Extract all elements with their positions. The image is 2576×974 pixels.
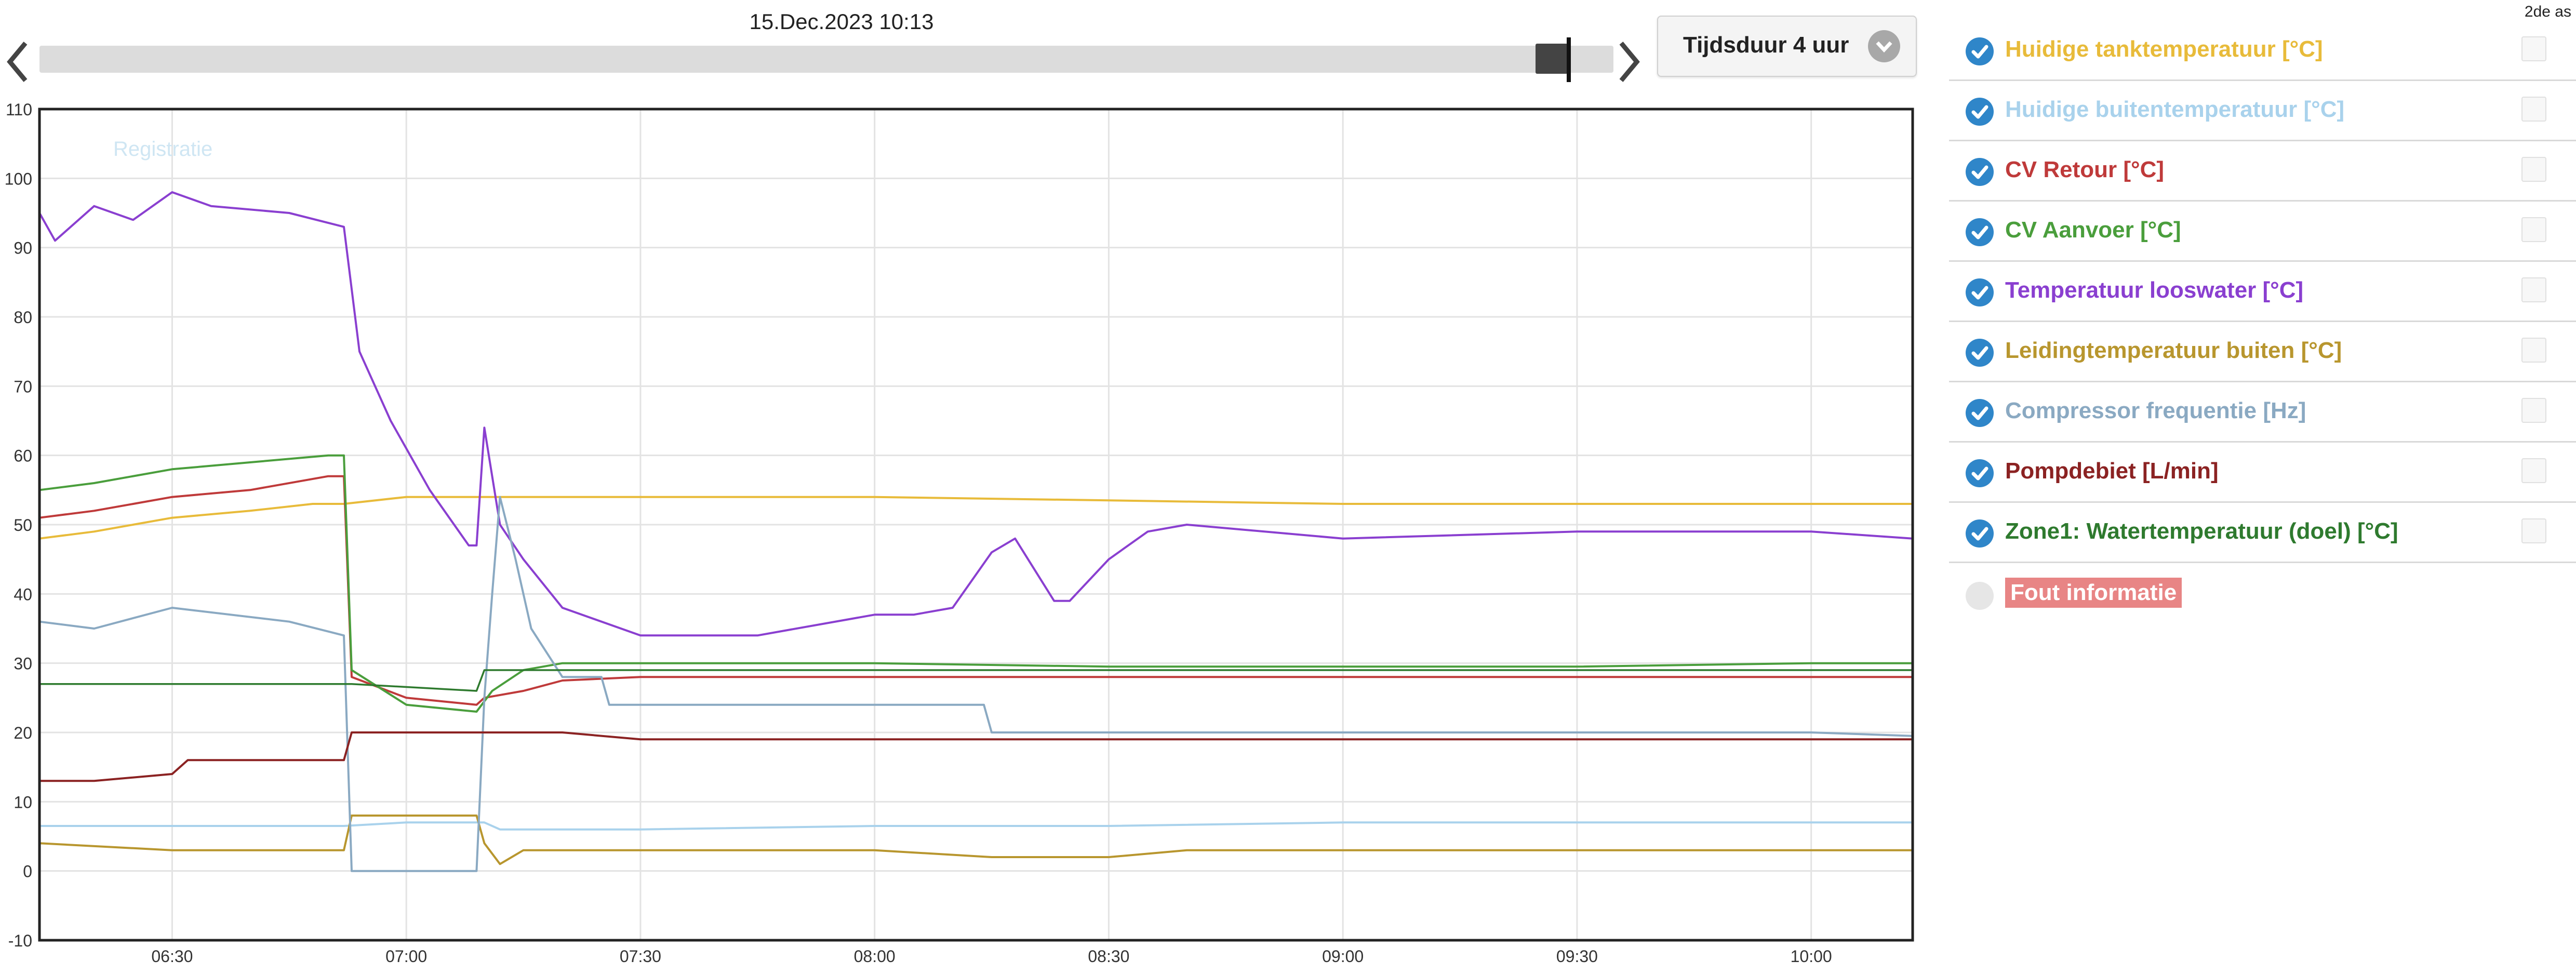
checkmark-icon[interactable] xyxy=(1966,278,1994,306)
x-tick-label: 10:00 xyxy=(1791,947,1832,966)
y-tick-label: -10 xyxy=(8,931,32,950)
y-tick-label: 110 xyxy=(6,100,32,119)
second-axis-checkbox[interactable] xyxy=(2521,157,2546,182)
legend-item[interactable]: Huidige tanktemperatuur [°C] xyxy=(1949,21,2576,81)
series-line-8 xyxy=(39,731,1913,782)
legend-item-label: Compressor frequentie [Hz] xyxy=(2005,398,2306,423)
line-chart: Registratie -10 0 10 20 30 40 50 60 70 80 90 100 110… xyxy=(5,100,1914,966)
series-line-9 xyxy=(39,669,1913,692)
y-tick-label: 90 xyxy=(14,239,32,258)
checkmark-icon[interactable] xyxy=(1966,519,1994,548)
x-tick-label: 06:30 xyxy=(151,947,193,966)
y-tick-label: 70 xyxy=(14,377,32,396)
unchecked-circle-icon[interactable] xyxy=(1966,582,1994,610)
legend-item-label: Temperatuur looswater [°C] xyxy=(2005,277,2304,303)
second-axis-checkbox[interactable] xyxy=(2521,518,2546,543)
checkmark-icon[interactable] xyxy=(1966,339,1994,367)
y-tick-label: 10 xyxy=(14,793,32,811)
y-tick-label: 0 xyxy=(23,862,32,881)
legend-item-label: CV Retour [°C] xyxy=(2005,157,2165,182)
second-axis-checkbox[interactable] xyxy=(2521,458,2546,483)
legend-item[interactable]: Zone1: Watertemperatuur (doel) [°C] xyxy=(1949,503,2576,563)
series-line-4 xyxy=(39,454,1913,713)
x-tick-label: 08:00 xyxy=(854,947,896,966)
checkmark-icon[interactable] xyxy=(1966,98,1994,126)
second-axis-checkbox[interactable] xyxy=(2521,36,2546,61)
series-line-5 xyxy=(38,191,1913,637)
legend-item[interactable]: Pompdebiet [L/min] xyxy=(1949,443,2576,503)
second-axis-header: 2de as xyxy=(2524,3,2571,20)
legend-item-label: Huidige tanktemperatuur [°C] xyxy=(2005,36,2323,62)
y-tick-label: 30 xyxy=(14,655,32,673)
legend-item-label: Huidige buitentemperatuur [°C] xyxy=(2005,97,2345,122)
y-tick-label: 20 xyxy=(14,724,32,742)
second-axis-checkbox[interactable] xyxy=(2521,277,2546,302)
second-axis-checkbox[interactable] xyxy=(2521,217,2546,242)
legend-item[interactable]: CV Retour [°C] xyxy=(1949,141,2576,202)
legend-item-label: Leidingtemperatuur buiten [°C] xyxy=(2005,338,2342,363)
y-tick-label: 50 xyxy=(14,516,32,535)
series-legend: Huidige tanktemperatuur [°C] Huidige buit… xyxy=(1949,21,2576,625)
x-tick-label: 09:00 xyxy=(1322,947,1364,966)
checkmark-icon[interactable] xyxy=(1966,459,1994,487)
legend-item[interactable]: Leidingtemperatuur buiten [°C] xyxy=(1949,322,2576,382)
second-axis-checkbox[interactable] xyxy=(2521,97,2546,122)
x-tick-label: 08:30 xyxy=(1088,947,1129,966)
legend-item[interactable]: Compressor frequentie [Hz] xyxy=(1949,382,2576,443)
y-tick-label: 100 xyxy=(5,169,32,188)
checkmark-icon[interactable] xyxy=(1966,399,1994,427)
x-tick-label: 09:30 xyxy=(1556,947,1598,966)
legend-error-label: Fout informatie xyxy=(2005,578,2182,608)
chart-watermark: Registratie xyxy=(113,138,212,161)
second-axis-checkbox[interactable] xyxy=(2521,398,2546,423)
y-tick-label: 40 xyxy=(14,585,32,604)
checkmark-icon[interactable] xyxy=(1966,218,1994,246)
second-axis-checkbox[interactable] xyxy=(2521,338,2546,363)
legend-item[interactable]: Temperatuur looswater [°C] xyxy=(1949,262,2576,322)
y-tick-label: 80 xyxy=(14,308,32,327)
x-tick-label: 07:00 xyxy=(385,947,427,966)
series-line-2 xyxy=(39,821,1913,831)
legend-item-label: Pompdebiet [L/min] xyxy=(2005,458,2219,484)
x-tick-label: 07:30 xyxy=(620,947,661,966)
y-tick-label: 60 xyxy=(14,447,32,465)
legend-item-label: CV Aanvoer [°C] xyxy=(2005,217,2181,243)
legend-item-label: Zone1: Watertemperatuur (doel) [°C] xyxy=(2005,518,2398,544)
checkmark-icon[interactable] xyxy=(1966,37,1994,65)
legend-item[interactable]: CV Aanvoer [°C] xyxy=(1949,202,2576,262)
checkmark-icon[interactable] xyxy=(1966,158,1994,186)
legend-item[interactable]: Huidige buitentemperatuur [°C] xyxy=(1949,81,2576,141)
legend-item-error[interactable]: Fout informatie xyxy=(1949,563,2576,625)
